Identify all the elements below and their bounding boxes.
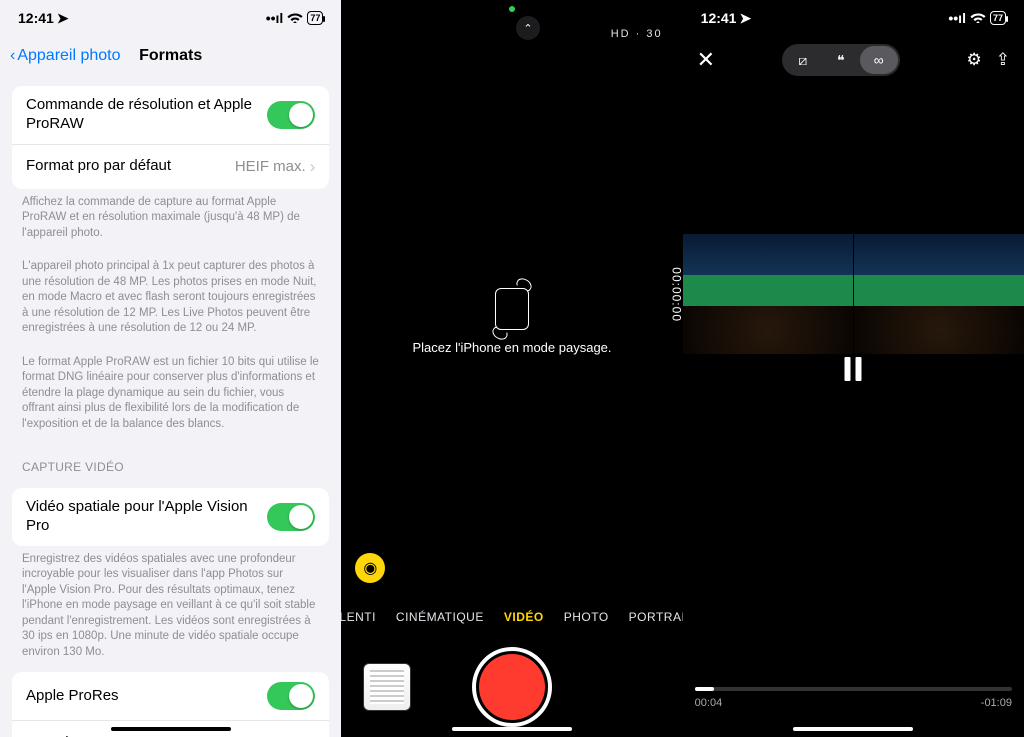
row-label: Vidéo spatiale pour l'Apple Vision Pro: [26, 498, 267, 536]
mode-slow-mo[interactable]: ALENTI: [341, 610, 376, 624]
chevron-right-icon: ›: [310, 733, 316, 737]
nav-bar: ‹ Appareil photo Formats: [0, 36, 341, 76]
rotate-phone-icon: [495, 288, 529, 330]
chevron-right-icon: ›: [310, 157, 316, 177]
cellular-icon: ••ıl: [266, 10, 284, 26]
view-mode-segment[interactable]: ⧄ ❝ ∞: [782, 44, 900, 76]
page-title: Formats: [139, 47, 202, 65]
battery-icon: 77: [990, 11, 1006, 25]
scrubber[interactable]: [695, 687, 1012, 691]
row-default-pro-format[interactable]: Format pro par défaut HEIF max. ›: [12, 145, 329, 189]
share-icon[interactable]: ⇪: [996, 50, 1010, 70]
seg-spatial-icon[interactable]: ∞: [860, 46, 898, 74]
row-value: HEIF max.: [235, 158, 306, 175]
camera-options-chevron-icon[interactable]: ⌃: [516, 16, 540, 40]
location-icon: ➤: [57, 10, 69, 27]
row-label: Format pro par défaut: [26, 157, 235, 176]
record-button[interactable]: [479, 654, 545, 720]
cellular-icon: ••ıl: [948, 10, 966, 26]
close-button[interactable]: ✕: [697, 47, 715, 73]
home-indicator[interactable]: [793, 727, 913, 732]
footer-text: Affichez la commande de capture au forma…: [0, 189, 341, 244]
prompt-text: Placez l'iPhone en mode paysage.: [412, 340, 611, 355]
row-proraw-resolution[interactable]: Commande de résolution et Apple ProRAW: [12, 86, 329, 145]
recording-timer: 00:00:00: [670, 267, 683, 322]
row-label: Apple ProRes: [26, 687, 267, 706]
last-capture-thumbnail[interactable]: [363, 663, 411, 711]
camera-mode-selector[interactable]: ALENTI CINÉMATIQUE VIDÉO PHOTO PORTRAIT: [341, 597, 682, 637]
mode-photo[interactable]: PHOTO: [564, 610, 609, 624]
player-top-bar: ✕ ⧄ ❝ ∞ ⚙︎ ⇪: [683, 36, 1024, 84]
pause-button[interactable]: [845, 357, 862, 381]
mode-video[interactable]: VIDÉO: [504, 610, 544, 624]
status-time: 12:41: [18, 10, 54, 26]
footer-text: L'appareil photo principal à 1x peut cap…: [0, 253, 341, 339]
camera-active-indicator-icon: [509, 6, 515, 12]
scrubber-progress: [695, 687, 714, 691]
status-bar: 12:41 ➤ ••ıl 77: [0, 0, 341, 36]
battery-icon: 77: [307, 11, 323, 25]
footer-text: Enregistrez des vidéos spatiales avec un…: [0, 546, 341, 663]
time-elapsed: 00:04: [695, 697, 723, 709]
back-label: Appareil photo: [17, 47, 120, 65]
wifi-icon: [287, 10, 303, 26]
toggle-prores[interactable]: [267, 682, 315, 710]
seg-flat-icon[interactable]: ⧄: [784, 46, 822, 74]
camera-resolution-label[interactable]: HD · 30: [611, 28, 663, 40]
formats-group-2: Vidéo spatiale pour l'Apple Vision Pro: [12, 488, 329, 546]
wifi-icon: [970, 10, 986, 26]
landscape-prompt: Placez l'iPhone en mode paysage.: [341, 46, 682, 597]
stereo-preview[interactable]: [683, 234, 1024, 354]
status-time: 12:41: [701, 10, 737, 26]
toggle-proraw[interactable]: [267, 101, 315, 129]
footer-text: Le format Apple ProRAW est un fichier 10…: [0, 349, 341, 435]
chevron-left-icon: ‹: [10, 47, 15, 65]
back-button[interactable]: ‹ Appareil photo: [10, 47, 121, 65]
settings-screen: 12:41 ➤ ••ıl 77 ‹ Appareil photo Formats…: [0, 0, 341, 737]
spatial-player-screen: 12:41 ➤ ••ıl 77 ✕ ⧄ ❝ ∞ ⚙︎ ⇪: [683, 0, 1024, 737]
toggle-spatial[interactable]: [267, 503, 315, 531]
shutter-row: [341, 637, 682, 737]
home-indicator[interactable]: [452, 727, 572, 732]
left-eye-view: [683, 234, 853, 354]
home-indicator[interactable]: [111, 727, 231, 732]
row-label: Commande de résolution et Apple ProRAW: [26, 96, 267, 134]
right-eye-view: [853, 234, 1024, 354]
camera-screen: ⌃ HD · 30 Placez l'iPhone en mode paysag…: [341, 0, 682, 737]
location-icon: ➤: [739, 10, 751, 27]
section-header-video: CAPTURE VIDÉO: [0, 444, 341, 478]
settings-gear-icon[interactable]: ⚙︎: [966, 50, 981, 70]
row-prores[interactable]: Apple ProRes: [12, 672, 329, 721]
time-remaining: -01:09: [981, 697, 1012, 709]
mode-cinematic[interactable]: CINÉMATIQUE: [396, 610, 484, 624]
mode-portrait[interactable]: PORTRAIT: [629, 610, 683, 624]
seg-stereo-icon[interactable]: ❝: [822, 46, 860, 74]
player-timeline[interactable]: 00:04 -01:09: [695, 687, 1012, 709]
formats-group-1: Commande de résolution et Apple ProRAW F…: [12, 86, 329, 189]
status-bar: 12:41 ➤ ••ıl 77: [683, 0, 1024, 36]
row-spatial-video[interactable]: Vidéo spatiale pour l'Apple Vision Pro: [12, 488, 329, 546]
